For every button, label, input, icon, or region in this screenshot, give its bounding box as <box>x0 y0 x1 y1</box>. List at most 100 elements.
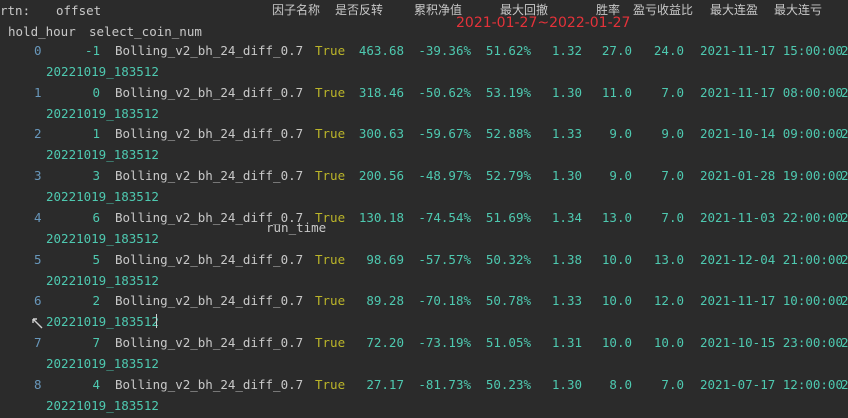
row-select-coin-num: -1 <box>84 43 100 58</box>
terminal-output[interactable]: rtn: offset 因子名称 是否反转 累积净值 最大回撤 胜率 盈亏收益比… <box>0 0 848 418</box>
row-max-drawdown: -81.73% <box>418 376 471 392</box>
row-timestamp: 2021-12-04 21:00:00 <box>700 251 843 267</box>
row-timestamp: 2021-11-17 15:00:00 <box>700 43 843 58</box>
row-max-drawdown: -57.57% <box>418 251 471 267</box>
row-net-value: 300.63 <box>358 126 404 142</box>
row-net-value: 98.69 <box>366 251 404 267</box>
row-reverse: True <box>315 84 346 100</box>
row-timestamp: 2021-07-17 12:00:00 <box>700 376 843 392</box>
row-run-time: 20221019_183512 <box>46 189 159 205</box>
row-run-time: 20221019_183512 <box>46 314 159 330</box>
row-net-value: 27.17 <box>366 376 404 392</box>
row-truncated-value: 2 <box>841 209 848 225</box>
row-win-rate: 51.05% <box>485 334 531 350</box>
row-factor-name: Bolling_v2_bh_24_diff_0.7 <box>115 126 304 142</box>
row-run-time: 20221019_183512 <box>46 230 159 246</box>
row-timestamp: 2021-11-17 08:00:00 <box>700 84 843 100</box>
row-run-time: 20221019_183512 <box>46 355 159 371</box>
header-hold-hour: hold_hour <box>8 24 76 39</box>
header-select-coin-num: select_coin_num <box>89 24 202 39</box>
row-max-loss-streak: 10.0 <box>653 334 684 350</box>
row-net-value: 200.56 <box>358 168 404 184</box>
row-index: 5 <box>34 251 42 267</box>
row-select-coin-num: 7 <box>92 334 100 350</box>
header-factor-name: 因子名称 <box>272 3 321 17</box>
row-truncated-value: 2 <box>841 251 848 267</box>
row-factor-name: Bolling_v2_bh_24_diff_0.7 <box>115 168 304 184</box>
row-reverse: True <box>315 168 346 184</box>
row-max-loss-streak: 7.0 <box>661 376 684 392</box>
row-max-loss-streak: 9.0 <box>661 126 684 142</box>
row-max-loss-streak: 7.0 <box>661 209 684 225</box>
row-index: 6 <box>34 293 42 309</box>
row-factor-name: Bolling_v2_bh_24_diff_0.7 <box>115 334 304 350</box>
row-max-drawdown: -74.54% <box>418 209 471 225</box>
row-reverse: True <box>315 126 346 142</box>
row-run-time: 20221019_183512 <box>46 147 159 163</box>
row-win-rate: 52.88% <box>485 126 531 142</box>
row-index: 2 <box>34 126 42 142</box>
row-select-coin-num: 6 <box>92 209 100 225</box>
row-net-value: 72.20 <box>366 334 404 350</box>
row-select-coin-num: 3 <box>92 168 100 184</box>
row-timestamp: 2021-11-17 10:00:00 <box>700 293 843 309</box>
row-max-loss-streak: 12.0 <box>653 293 684 309</box>
row-reverse: True <box>315 334 346 350</box>
row-select-coin-num: 1 <box>92 126 100 142</box>
row-pl-ratio: 1.34 <box>551 209 582 225</box>
row-reverse: True <box>315 376 346 392</box>
row-win-rate: 51.69% <box>485 209 531 225</box>
row-truncated-value: 2 <box>841 334 848 350</box>
row-truncated-value: 2 <box>841 293 848 309</box>
row-index: 3 <box>34 168 42 184</box>
row-run-time: 20221019_183512 <box>46 272 159 288</box>
row-run-time: 20221019_183512 <box>46 397 159 413</box>
row-pl-ratio: 1.31 <box>551 334 582 350</box>
row-index: 7 <box>34 334 42 350</box>
row-net-value: 89.28 <box>366 293 404 309</box>
row-win-rate: 50.32% <box>485 251 531 267</box>
row-index: 4 <box>34 209 42 225</box>
row-timestamp: 2021-01-28 19:00:00 <box>700 168 843 184</box>
header-max-loss-streak: 最大连亏 <box>774 3 823 17</box>
row-reverse: True <box>315 43 346 58</box>
row-factor-name: Bolling_v2_bh_24_diff_0.7 <box>115 43 304 58</box>
row-select-coin-num: 0 <box>92 84 100 100</box>
row-max-win-streak: 10.0 <box>601 293 632 309</box>
row-select-coin-num: 5 <box>92 251 100 267</box>
row-max-win-streak: 10.0 <box>601 334 632 350</box>
date-range-annotation: 2021-01-27~2022-01-27 <box>456 15 631 31</box>
row-max-drawdown: -73.19% <box>418 334 471 350</box>
row-max-loss-streak: 7.0 <box>661 84 684 100</box>
row-win-rate: 53.19% <box>485 84 531 100</box>
row-timestamp: 2021-10-14 09:00:00 <box>700 126 843 142</box>
header-run-time: run_time <box>266 220 327 235</box>
row-truncated-value: 2 <box>841 126 848 142</box>
row-index: 1 <box>34 84 42 100</box>
row-select-coin-num: 4 <box>92 376 100 392</box>
row-max-win-streak: 11.0 <box>601 84 632 100</box>
row-pl-ratio: 1.33 <box>551 126 582 142</box>
row-win-rate: 50.78% <box>485 293 531 309</box>
row-max-drawdown: -48.97% <box>418 168 471 184</box>
row-net-value: 463.68 <box>358 43 404 58</box>
row-max-drawdown: -39.36% <box>418 43 471 58</box>
row-max-win-streak: 9.0 <box>609 168 632 184</box>
row-factor-name: Bolling_v2_bh_24_diff_0.7 <box>115 251 304 267</box>
row-max-drawdown: -50.62% <box>418 84 471 100</box>
row-max-win-streak: 10.0 <box>601 251 632 267</box>
row-pl-ratio: 1.30 <box>551 376 582 392</box>
row-max-drawdown: -70.18% <box>418 293 471 309</box>
row-truncated-value: 2 <box>841 43 848 58</box>
mouse-cursor-icon <box>32 318 43 329</box>
row-index: 0 <box>34 43 42 58</box>
row-reverse: True <box>315 293 346 309</box>
row-max-loss-streak: 7.0 <box>661 168 684 184</box>
row-net-value: 130.18 <box>358 209 404 225</box>
row-truncated-value: 2 <box>841 376 848 392</box>
row-net-value: 318.46 <box>358 84 404 100</box>
row-max-loss-streak: 13.0 <box>653 251 684 267</box>
row-max-win-streak: 13.0 <box>601 209 632 225</box>
row-select-coin-num: 2 <box>92 293 100 309</box>
row-run-time: 20221019_183512 <box>46 105 159 121</box>
